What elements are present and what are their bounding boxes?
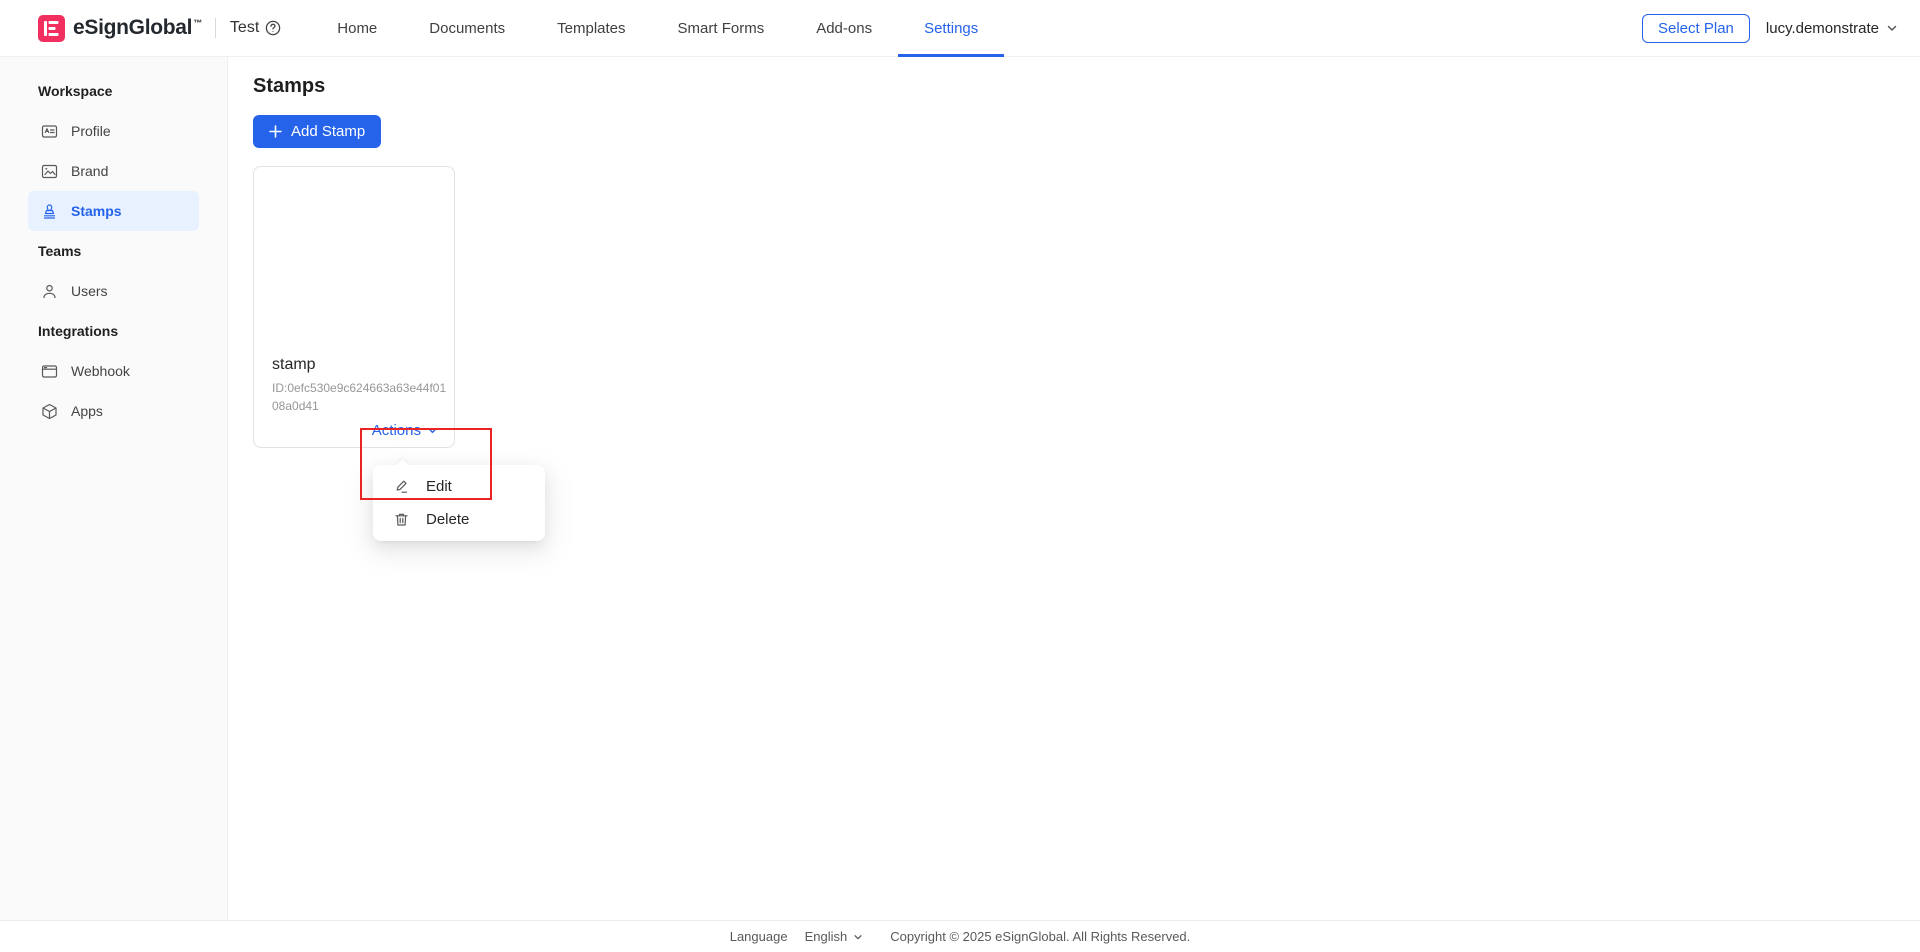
nav-home-label: Home [337, 19, 378, 37]
nav-add-ons[interactable]: Add-ons [790, 0, 898, 56]
copyright-text: Copyright © 2025 eSignGlobal. All Rights… [890, 929, 1191, 944]
stamp-card: stamp ID:0efc530e9c624663a63e44f0108a0d4… [253, 166, 455, 448]
image-icon [41, 163, 58, 180]
menu-item-label: Edit [426, 478, 452, 495]
menu-item-delete[interactable]: Delete [373, 503, 545, 536]
plus-icon [269, 125, 282, 138]
sidebar-item-label: Profile [71, 123, 111, 139]
add-stamp-button[interactable]: Add Stamp [253, 115, 382, 148]
chevron-down-icon [1886, 22, 1898, 34]
stamp-image-area [272, 167, 438, 356]
user-menu[interactable]: lucy.demonstrate [1766, 20, 1898, 37]
trash-icon [394, 512, 409, 527]
nav-add-ons-label: Add-ons [816, 19, 873, 37]
sidebar-item-profile[interactable]: Profile [28, 111, 199, 151]
stamp-id: ID:0efc530e9c624663a63e44f0108a0d41 [272, 381, 447, 413]
add-stamp-button-label: Add Stamp [291, 123, 366, 140]
id-card-icon [41, 123, 58, 140]
main-nav: Home Documents Templates Smart Forms Add… [311, 0, 1005, 57]
brand-trademark: ™ [193, 18, 202, 28]
sidebar-item-label: Brand [71, 163, 109, 179]
chevron-down-icon [427, 425, 438, 436]
nav-documents-label: Documents [429, 19, 506, 37]
page-footer: Language English Copyright © 2025 eSignG… [0, 920, 1920, 952]
nav-settings[interactable]: Settings [898, 0, 1005, 57]
sidebar-item-webhook[interactable]: Webhook [28, 351, 199, 391]
sidebar-item-label: Apps [71, 403, 103, 419]
language-select[interactable]: English [805, 929, 864, 944]
page: eSignGlobal™ Test Home Documents Templat… [0, 0, 1920, 952]
actions-dropdown-menu: Edit Delete [373, 465, 545, 541]
header-right: Select Plan lucy.demonstrate [1642, 13, 1898, 43]
user-icon [41, 283, 58, 300]
sidebar-section-workspace: Workspace [38, 83, 113, 99]
sidebar-item-apps[interactable]: Apps [28, 391, 199, 431]
brand-name-text: eSignGlobal [73, 16, 193, 39]
stamp-icon [41, 203, 58, 220]
sidebar-section-integrations: Integrations [38, 323, 119, 339]
sidebar-item-stamps[interactable]: Stamps [28, 191, 199, 231]
sidebar-item-label: Stamps [71, 203, 122, 219]
nav-home[interactable]: Home [311, 0, 403, 56]
select-plan-button[interactable]: Select Plan [1642, 13, 1750, 43]
sidebar-item-label: Users [71, 283, 108, 299]
stamp-name: stamp [272, 356, 316, 373]
workspace-name: Test [229, 19, 260, 36]
nav-documents[interactable]: Documents [403, 0, 531, 56]
language-label: Language [729, 929, 788, 944]
language-value: English [804, 929, 848, 944]
sidebar-item-label: Webhook [71, 363, 130, 379]
nav-smart-forms[interactable]: Smart Forms [652, 0, 791, 56]
menu-item-label: Delete [426, 511, 470, 528]
actions-label: Actions [371, 422, 421, 439]
brand-name[interactable]: eSignGlobal™ [73, 16, 202, 40]
sidebar-section-teams: Teams [38, 243, 82, 259]
header-divider [214, 18, 216, 38]
settings-sidebar: Workspace Profile Brand Stamps Teams Use… [0, 57, 228, 920]
nav-templates-label: Templates [557, 19, 626, 37]
sidebar-item-brand[interactable]: Brand [28, 151, 199, 191]
username: lucy.demonstrate [1765, 19, 1879, 37]
menu-item-edit[interactable]: Edit [373, 470, 545, 503]
nav-smart-forms-label: Smart Forms [677, 19, 765, 37]
page-title: Stamps [253, 75, 326, 97]
brand-logo-icon[interactable] [38, 14, 65, 42]
nav-templates[interactable]: Templates [531, 0, 651, 56]
browser-window-icon [41, 363, 58, 380]
nav-settings-label: Settings [924, 19, 979, 37]
top-header: eSignGlobal™ Test Home Documents Templat… [0, 0, 1920, 57]
sidebar-item-users[interactable]: Users [28, 271, 199, 311]
chevron-down-icon [853, 932, 863, 942]
cube-icon [41, 403, 58, 420]
card-actions-row: Actions [272, 415, 438, 439]
edit-icon [394, 479, 409, 494]
logo-e-glyph [44, 20, 59, 36]
help-icon[interactable] [265, 20, 281, 36]
actions-dropdown-trigger[interactable]: Actions [372, 422, 438, 439]
